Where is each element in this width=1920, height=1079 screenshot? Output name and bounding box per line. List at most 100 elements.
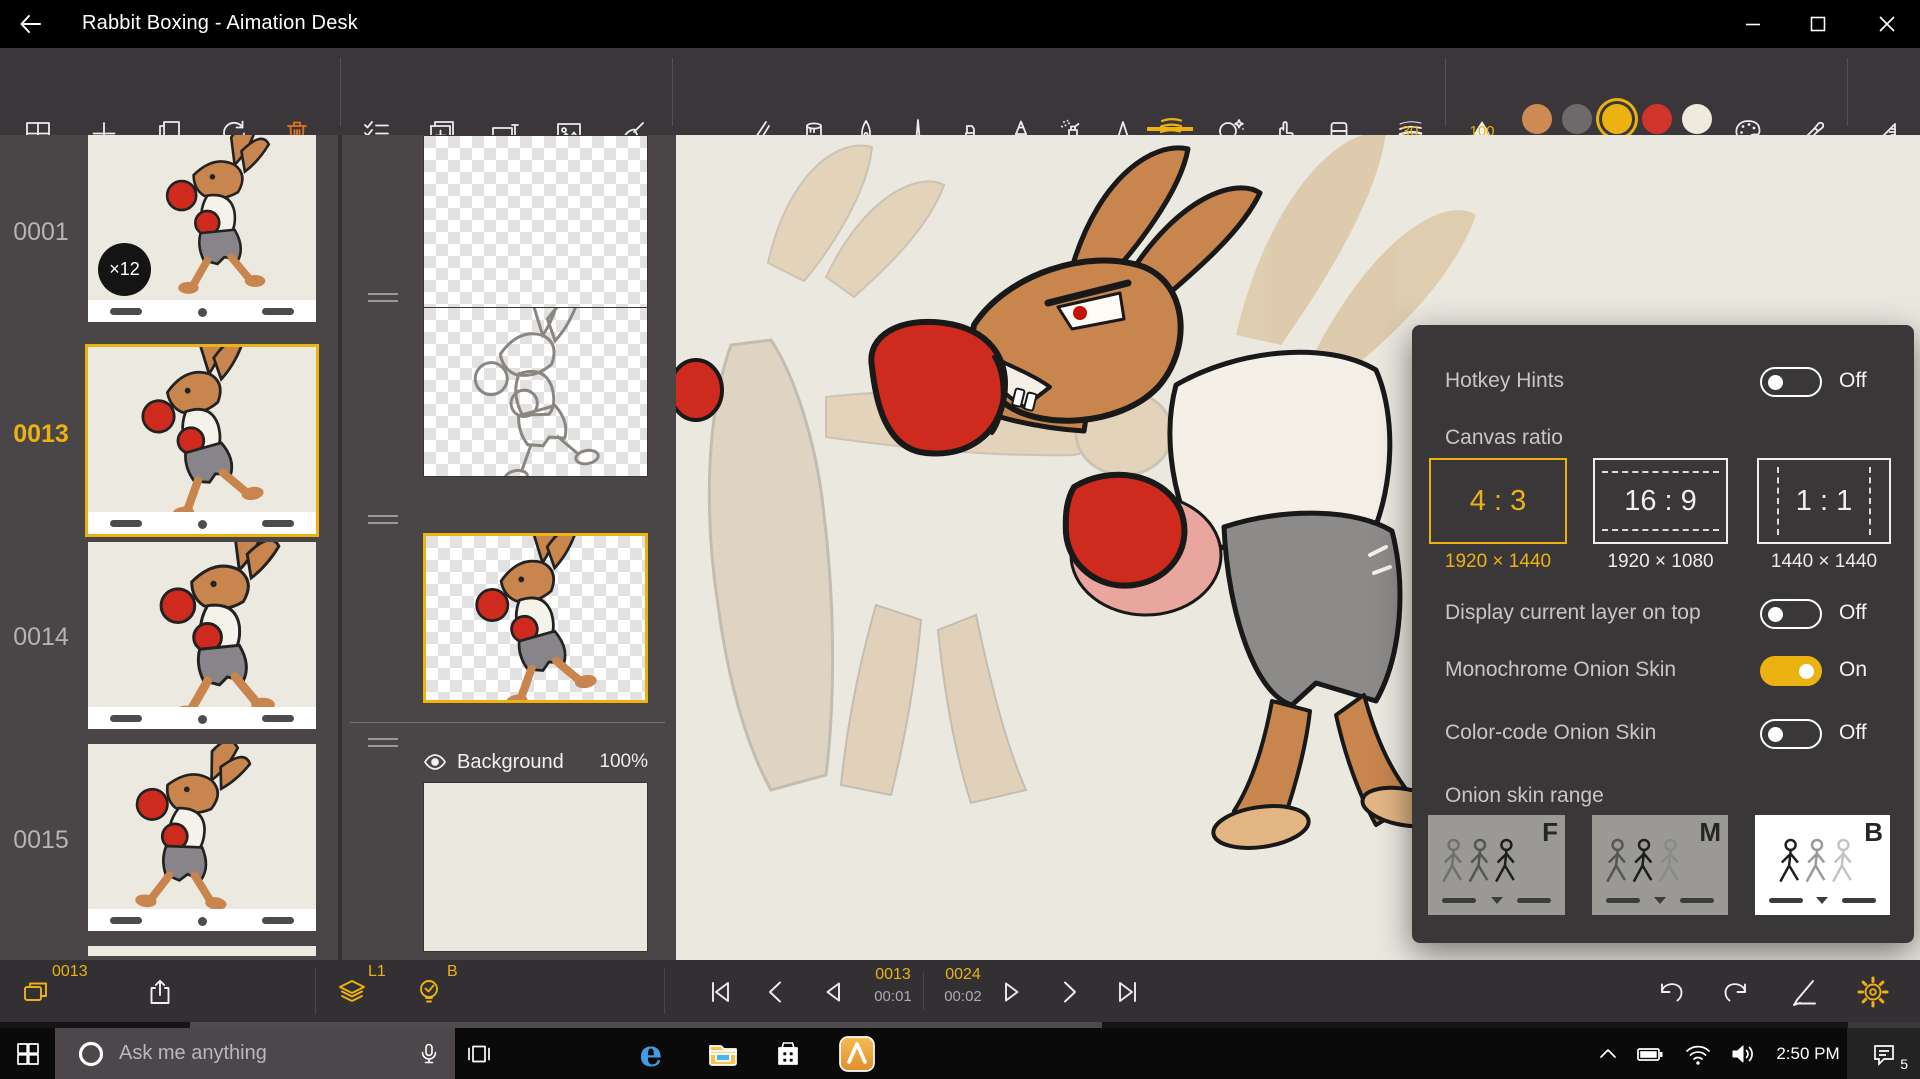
colorcode-onion-label: Color-code Onion Skin [1445,721,1656,745]
range-dash [1442,898,1476,903]
toolbar: 30 100 [0,48,1920,135]
step-forward-icon[interactable] [994,974,1030,1010]
monochrome-onion-toggle[interactable] [1760,656,1822,686]
taskbar: Ask me anything e 2:50 PM 5 [0,1028,1920,1079]
visibility-eye-icon[interactable] [423,750,447,774]
bottom-bar: 0013 L1 B 0013 00:01 0024 00:02 [0,960,1920,1022]
lightbox-icon[interactable] [412,974,448,1010]
frame-thumbnail[interactable] [88,542,316,729]
cortana-icon [77,1040,105,1068]
range-marker [1654,897,1666,904]
settings-gear-icon[interactable] [1855,974,1891,1010]
layer-thumbnail-outline[interactable] [423,307,648,477]
onion-range-backward-selected[interactable]: B [1755,815,1890,915]
skip-to-end-icon[interactable] [1110,974,1146,1010]
edge-browser-icon[interactable]: e [627,1028,675,1079]
wifi-icon[interactable] [1678,1028,1718,1079]
repeat-badge: ×12 [98,243,151,296]
titlebar: Rabbit Boxing - Aimation Desk [0,0,1920,48]
search-box[interactable]: Ask me anything [55,1028,455,1079]
maximize-button[interactable] [1789,0,1847,48]
frame-number: 0015 [0,826,82,855]
ratio-size: 1920 × 1080 [1593,551,1728,573]
layer-drag-handle[interactable] [368,738,398,752]
taskbar-clock[interactable]: 2:50 PM [1768,1028,1848,1079]
start-button[interactable] [0,1028,55,1079]
frame-strip [88,300,316,322]
ratio-option-16-9[interactable]: 16 : 9 [1593,458,1728,544]
task-view-button[interactable] [455,1028,503,1079]
hotkey-hints-toggle[interactable] [1760,367,1822,397]
range-dash [1680,898,1714,903]
frame-thumbnail[interactable] [88,744,316,931]
file-explorer-icon[interactable] [699,1028,747,1079]
swatch-yellow-selected[interactable] [1602,104,1632,134]
frames-count-icon[interactable] [18,974,54,1010]
colorcode-onion-toggle[interactable] [1760,719,1822,749]
onion-range-middle[interactable]: M [1592,815,1728,915]
onion-range-forward[interactable]: F [1428,815,1565,915]
colorcode-onion-state: Off [1839,721,1867,745]
settings-flyout: Hotkey Hints Off Canvas ratio 4 : 3 1920… [1412,325,1914,943]
ratio-option-4-3[interactable]: 4 : 3 [1429,458,1567,544]
ratio-option-1-1[interactable]: 1 : 1 [1757,458,1891,544]
app-window: Rabbit Boxing - Aimation Desk [0,0,1920,1079]
window-title: Rabbit Boxing - Aimation Desk [82,12,358,35]
close-button[interactable] [1858,0,1916,48]
minimize-button[interactable] [1724,0,1782,48]
layers-count-icon[interactable] [334,974,370,1010]
display-layer-top-state: Off [1839,601,1867,625]
swatch-red[interactable] [1642,104,1672,134]
current-frame: 0013 [858,966,928,984]
previous-icon[interactable] [758,974,794,1010]
layer-row-background[interactable]: Background 100% [423,746,648,778]
battery-icon[interactable] [1630,1028,1670,1079]
swatch-white[interactable] [1682,104,1712,134]
ratio-value: 16 : 9 [1624,485,1697,518]
tray-chevron-icon[interactable] [1588,1028,1628,1079]
next-icon[interactable] [1051,974,1087,1010]
layer-divider [350,722,665,723]
aimation-app-icon[interactable] [833,1028,881,1079]
range-marker [1816,897,1828,904]
frame-strip [88,512,316,534]
ratio-guide [1869,467,1871,535]
range-letter: F [1542,817,1558,848]
notification-count: 5 [1900,1056,1908,1072]
frame-thumbnail[interactable]: ×12 [88,135,316,322]
end-frame-counter: 0024 00:02 [928,966,998,1005]
layer-drag-handle[interactable] [368,293,398,307]
display-layer-top-label: Display current layer on top [1445,601,1701,625]
swatch-gray[interactable] [1562,104,1592,134]
frame-number-selected: 0013 [0,420,82,449]
frame-thumbnail-partial[interactable] [88,946,316,956]
store-icon[interactable] [764,1028,812,1079]
counter-divider [923,972,924,1010]
volume-icon[interactable] [1722,1028,1764,1079]
monochrome-onion-label: Monochrome Onion Skin [1445,658,1676,682]
swatch-orange[interactable] [1522,104,1552,134]
layer-thumbnail-background[interactable] [423,782,648,952]
frame-thumbnail-selected[interactable] [88,347,316,534]
canvas-ratio-label: Canvas ratio [1445,426,1563,450]
toolbar-divider [1847,58,1848,126]
end-time: 00:02 [928,988,998,1005]
redo-icon[interactable] [1719,974,1755,1010]
toolbar-divider [340,58,341,126]
action-center-button[interactable]: 5 [1847,1028,1920,1079]
range-dash [1842,898,1876,903]
step-back-icon[interactable] [815,974,851,1010]
current-time: 00:01 [858,988,928,1005]
range-dash [1769,898,1803,903]
back-icon[interactable] [18,11,44,37]
layer-thumbnail-color-selected[interactable] [423,533,648,703]
undo-icon[interactable] [1652,974,1688,1010]
export-icon[interactable] [142,974,178,1010]
microphone-icon[interactable] [417,1042,441,1066]
layer-drag-handle[interactable] [368,515,398,529]
edit-pen-icon[interactable] [1787,974,1823,1010]
lightbox-badge: B [447,963,458,981]
display-layer-top-toggle[interactable] [1760,599,1822,629]
skip-to-start-icon[interactable] [702,974,738,1010]
frame-number: 0014 [0,623,82,652]
